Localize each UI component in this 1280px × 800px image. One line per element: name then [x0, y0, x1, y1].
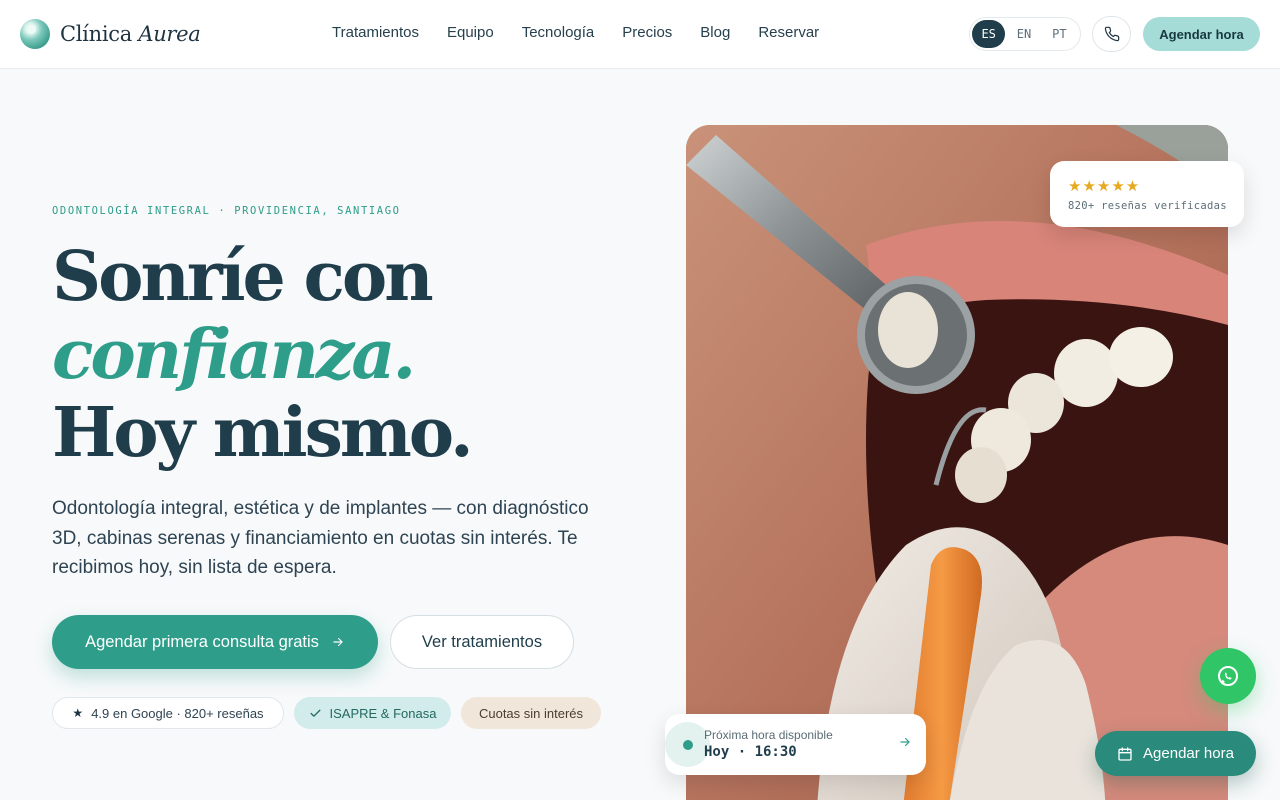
main-nav: Tratamientos Equipo Tecnología Precios B… — [332, 24, 819, 41]
nav-link-reservar[interactable]: Reservar — [758, 24, 819, 41]
lang-option-en[interactable]: EN — [1007, 20, 1040, 48]
next-available-slot-card[interactable]: Próxima hora disponible Hoy · 16:30 — [665, 714, 926, 775]
star-icon: ★ — [72, 706, 84, 720]
floating-book-label: Agendar hora — [1143, 745, 1234, 762]
rating-chip-label: 4.9 en Google · 820+ reseñas — [91, 705, 264, 721]
lang-option-pt[interactable]: PT — [1043, 20, 1076, 48]
brand-name-italic: Aurea — [138, 22, 201, 46]
arrow-right-icon — [333, 637, 343, 647]
rating-chip: ★ 4.9 en Google · 820+ reseñas — [52, 697, 284, 729]
nav-link-tecnologia[interactable]: Tecnología — [522, 24, 595, 41]
reviews-card: ★★★★★ 820+ reseñas verificadas — [1050, 161, 1244, 227]
whatsapp-icon — [1218, 666, 1238, 686]
nav-link-equipo[interactable]: Equipo — [447, 24, 494, 41]
headline-line-2: confianza. — [52, 315, 416, 395]
next-slot-time: Hoy · 16:30 — [704, 744, 797, 760]
hero-headline: Sonríe con confianza. Hoy mismo. — [52, 237, 474, 473]
check-icon — [310, 709, 320, 717]
headline-line-1: Sonríe con — [52, 237, 434, 317]
nav-link-blog[interactable]: Blog — [700, 24, 730, 41]
phone-button[interactable] — [1092, 16, 1131, 52]
whatsapp-button[interactable] — [1200, 648, 1256, 704]
isapre-chip-label: ISAPRE & Fonasa — [329, 705, 437, 721]
brand-logo[interactable]: Clínica Aurea — [20, 18, 201, 50]
reviews-card-text: 820+ reseñas verificadas — [1068, 200, 1227, 212]
floating-book-button[interactable]: Agendar hora — [1095, 731, 1256, 776]
secondary-cta-button[interactable]: Ver tratamientos — [390, 615, 574, 669]
headline-line-3: Hoy mismo. — [52, 393, 474, 473]
cuotas-chip: Cuotas sin interés — [461, 697, 601, 729]
hero-eyebrow: ODONTOLOGÍA INTEGRAL · PROVIDENCIA, SANT… — [52, 205, 401, 217]
brand-name-regular: Clínica — [60, 22, 132, 46]
header-book-button[interactable]: Agendar hora — [1143, 17, 1260, 51]
nav-link-tratamientos[interactable]: Tratamientos — [332, 24, 419, 41]
hero-lead: Odontología integral, estética y de impl… — [52, 498, 589, 578]
logo-mark-icon — [20, 19, 50, 49]
primary-cta-button[interactable]: Agendar primera consulta gratis — [52, 615, 378, 669]
language-switcher: ES EN PT — [969, 17, 1081, 51]
next-slot-label: Próxima hora disponible — [704, 728, 833, 742]
phone-icon — [1104, 26, 1119, 42]
isapre-chip: ISAPRE & Fonasa — [294, 697, 451, 729]
availability-dot-icon — [682, 739, 693, 750]
arrow-right-icon — [900, 737, 910, 747]
primary-cta-label: Agendar primera consulta gratis — [85, 632, 319, 651]
five-stars-icon: ★★★★★ — [1068, 178, 1141, 195]
brand-name: Clínica Aurea — [60, 22, 201, 46]
lang-option-es[interactable]: ES — [972, 20, 1006, 48]
site-header: Clínica Aurea Tratamientos Equipo Tecnol… — [0, 0, 1280, 69]
calendar-icon — [1118, 746, 1132, 761]
nav-link-precios[interactable]: Precios — [622, 24, 672, 41]
